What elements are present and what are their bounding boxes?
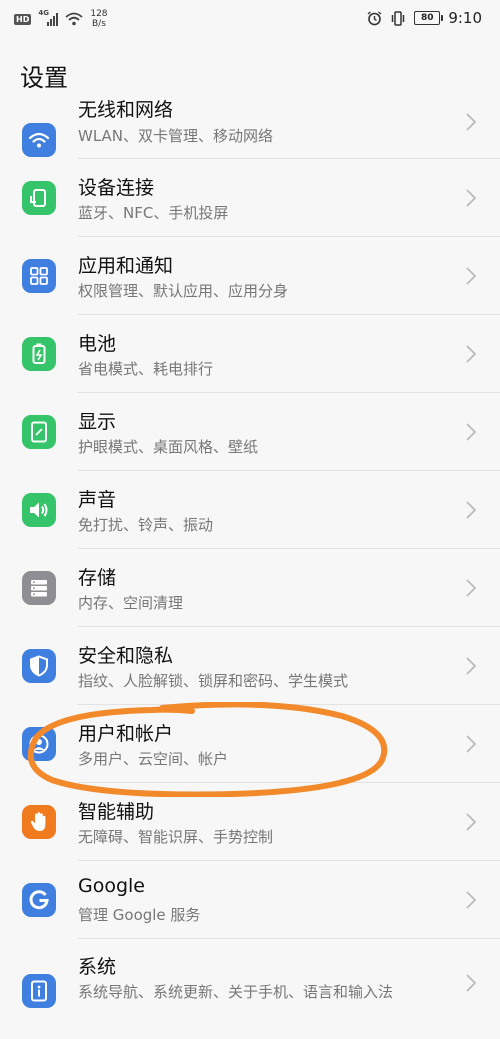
settings-item-device-connection[interactable]: 设备连接 蓝牙、NFC、手机投屏 (0, 159, 500, 237)
settings-item-smart-assistance[interactable]: 智能辅助 无障碍、智能识屏、手势控制 (0, 783, 500, 861)
chevron-right-icon (466, 974, 476, 992)
settings-item-google[interactable]: Google 管理 Google 服务 (0, 861, 500, 939)
settings-list: 无线和网络 WLAN、双卡管理、移动网络 设备连接 蓝牙、NFC、手机投屏 应用… (0, 99, 500, 1029)
settings-item-subtitle: 内存、空间清理 (78, 594, 184, 612)
settings-item-title: Google (78, 875, 146, 897)
hd-badge: HD (14, 13, 32, 25)
settings-item-display[interactable]: 显示 护眼模式、桌面风格、壁纸 (0, 393, 500, 471)
settings-item-system[interactable]: 系统 系统导航、系统更新、关于手机、语言和输入法 (0, 939, 500, 1029)
settings-item-subtitle: 无障碍、智能识屏、手势控制 (78, 828, 274, 846)
settings-item-title: 声音 (78, 489, 117, 511)
battery-indicator: 80 (414, 11, 444, 25)
settings-item-subtitle: 省电模式、耗电排行 (78, 360, 214, 378)
settings-item-title: 存储 (78, 567, 117, 589)
shield-icon (22, 649, 56, 683)
chevron-right-icon (466, 113, 476, 131)
chevron-right-icon (466, 813, 476, 831)
status-bar-left: HD 4G 128 B/s (14, 9, 108, 29)
settings-item-subtitle: 护眼模式、桌面风格、壁纸 (78, 438, 259, 456)
chevron-right-icon (466, 189, 476, 207)
settings-item-subtitle: 免打扰、铃声、振动 (78, 516, 214, 534)
vibrate-icon (392, 10, 405, 26)
cellular-signal-icon: 4G (38, 9, 59, 26)
settings-item-subtitle: 管理 Google 服务 (78, 906, 201, 924)
apps-grid-icon (22, 259, 56, 293)
speaker-icon (22, 493, 56, 527)
network-speed: 128 B/s (90, 9, 107, 29)
settings-item-subtitle: WLAN、双卡管理、移动网络 (78, 127, 274, 145)
settings-item-subtitle: 蓝牙、NFC、手机投屏 (78, 204, 229, 222)
storage-icon (22, 571, 56, 605)
device-connect-icon (22, 181, 56, 215)
status-bar: HD 4G 128 B/s 80 9:10 (0, 0, 500, 38)
chevron-right-icon (466, 657, 476, 675)
settings-item-title: 应用和通知 (78, 255, 174, 277)
chevron-right-icon (466, 345, 476, 363)
system-info-icon (22, 974, 56, 1008)
settings-item-storage[interactable]: 存储 内存、空间清理 (0, 549, 500, 627)
google-icon (22, 883, 56, 917)
settings-item-wireless-network[interactable]: 无线和网络 WLAN、双卡管理、移动网络 (0, 99, 500, 159)
clock: 9:10 (448, 9, 482, 27)
settings-item-apps-notifications[interactable]: 应用和通知 权限管理、默认应用、应用分身 (0, 237, 500, 315)
chevron-right-icon (466, 735, 476, 753)
settings-item-title: 显示 (78, 411, 117, 433)
settings-item-title: 用户和帐户 (78, 723, 174, 745)
user-account-icon (22, 727, 56, 761)
page-title: 设置 (20, 64, 68, 92)
settings-item-title: 系统 (78, 956, 117, 978)
settings-item-title: 设备连接 (78, 177, 155, 199)
settings-item-title: 无线和网络 (78, 99, 174, 121)
network-speed-unit: B/s (91, 19, 106, 29)
hand-icon (22, 805, 56, 839)
chevron-right-icon (466, 579, 476, 597)
settings-item-users-accounts[interactable]: 用户和帐户 多用户、云空间、帐户 (0, 705, 500, 783)
settings-item-title: 智能辅助 (78, 801, 155, 823)
settings-item-subtitle: 多用户、云空间、帐户 (78, 750, 229, 768)
chevron-right-icon (466, 891, 476, 909)
chevron-right-icon (466, 267, 476, 285)
settings-item-title: 安全和隐私 (78, 645, 174, 667)
wifi-icon (22, 123, 56, 157)
status-bar-right: 80 9:10 (367, 9, 482, 27)
settings-item-subtitle: 指纹、人脸解锁、锁屏和密码、学生模式 (78, 672, 349, 690)
chevron-right-icon (466, 501, 476, 519)
settings-item-battery[interactable]: 电池 省电模式、耗电排行 (0, 315, 500, 393)
settings-item-subtitle: 权限管理、默认应用、应用分身 (78, 282, 289, 300)
wifi-status-icon (65, 12, 83, 26)
battery-icon (22, 337, 56, 371)
display-icon (22, 415, 56, 449)
alarm-icon (367, 10, 382, 25)
chevron-right-icon (466, 423, 476, 441)
settings-item-sound[interactable]: 声音 免打扰、铃声、振动 (0, 471, 500, 549)
settings-item-title: 电池 (78, 333, 117, 355)
network-speed-value: 128 (90, 9, 108, 19)
settings-item-security-privacy[interactable]: 安全和隐私 指纹、人脸解锁、锁屏和密码、学生模式 (0, 627, 500, 705)
settings-item-subtitle: 系统导航、系统更新、关于手机、语言和输入法 (78, 983, 394, 1001)
